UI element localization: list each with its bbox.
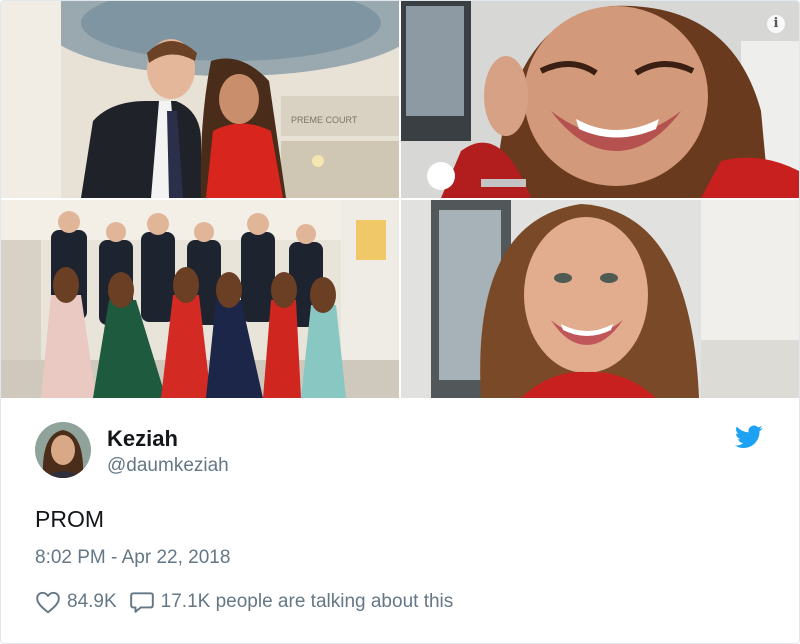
- tweet-timestamp[interactable]: 8:02 PM - Apr 22, 2018: [35, 547, 230, 569]
- speech-bubble-icon[interactable]: [129, 590, 155, 614]
- tweet-card[interactable]: PREME COURT i Keziah @daumkeziah PROM 8:…: [0, 0, 800, 644]
- user-handle[interactable]: @daumkeziah: [107, 455, 229, 477]
- conversation-link[interactable]: 17.1K people are talking about this: [161, 591, 454, 613]
- twitter-bird-icon[interactable]: [735, 425, 763, 449]
- display-name[interactable]: Keziah: [107, 426, 178, 452]
- court-sign-text: PREME COURT: [291, 115, 358, 125]
- media-photo-portrait[interactable]: [401, 200, 799, 398]
- media-photo-group[interactable]: [1, 200, 399, 398]
- tweet-actions: 84.9K 17.1K people are talking about thi…: [35, 589, 453, 615]
- avatar[interactable]: [35, 422, 91, 478]
- tweet-text: PROM: [35, 506, 104, 532]
- heart-icon[interactable]: [35, 590, 61, 614]
- info-icon[interactable]: i: [767, 15, 785, 33]
- media-photo-couple[interactable]: PREME COURT: [1, 1, 399, 198]
- like-count[interactable]: 84.9K: [67, 591, 117, 613]
- media-photo-closeup[interactable]: [401, 1, 799, 198]
